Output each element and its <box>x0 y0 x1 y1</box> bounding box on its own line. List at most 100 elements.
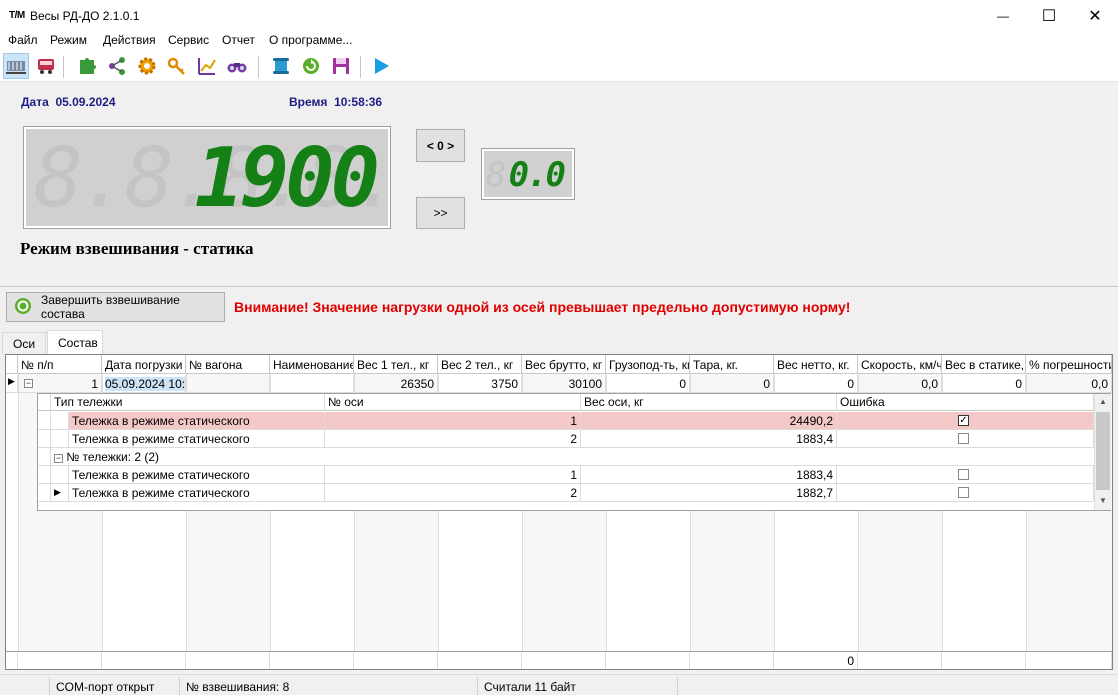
table-row-cell[interactable]: 0,0 <box>858 375 942 393</box>
error-cell[interactable] <box>837 484 1094 502</box>
table-row-cell[interactable]: 0 <box>690 375 774 393</box>
group-header-cell[interactable]: − № тележки: 2 (2) <box>51 448 1094 466</box>
axle-detail-grid[interactable]: Тип тележки № оси Вес оси, кг Ошибка Тел… <box>37 393 1111 511</box>
row-indent <box>51 466 69 484</box>
scroll-down-icon[interactable]: ▼ <box>1095 493 1111 509</box>
tab-train[interactable]: Состав <box>47 330 103 354</box>
status-bytes-read: Считали 11 байт <box>478 677 678 695</box>
col-header-error[interactable]: Ошибка <box>837 394 1094 411</box>
bogie-type-cell[interactable]: Тележка в режиме статического <box>69 484 325 502</box>
col-header-speed[interactable]: Скорость, км/ч <box>858 355 942 374</box>
error-checkbox[interactable] <box>958 487 969 498</box>
col-header-static[interactable]: Вес в статике, кг <box>942 355 1026 374</box>
col-header-capacity[interactable]: Грузопод-ть, кг <box>606 355 690 374</box>
puzzle-icon[interactable] <box>74 53 100 79</box>
zero-button[interactable]: < 0 > <box>416 129 465 162</box>
table-row[interactable]: Тележка в режиме статического 1 24490,2 … <box>38 412 1094 430</box>
menu-report[interactable]: Отчет <box>222 33 255 47</box>
axle-weight-cell[interactable]: 1883,4 <box>581 466 837 484</box>
detail-scrollbar[interactable]: ▲ ▼ <box>1094 394 1111 510</box>
menu-mode[interactable]: Режим <box>50 33 87 47</box>
axle-num-cell[interactable]: 2 <box>325 430 581 448</box>
next-button[interactable]: >> <box>416 197 465 229</box>
table-row-cell[interactable]: 0,0 <box>1026 375 1112 393</box>
col-header-error-pct[interactable]: % погрешности <box>1026 355 1112 374</box>
lcd-ghost-segments: 8 <box>486 155 507 195</box>
scroll-thumb[interactable] <box>1096 412 1110 490</box>
menu-service[interactable]: Сервис <box>168 33 209 47</box>
axle-weight-cell[interactable]: 1882,7 <box>581 484 837 502</box>
axle-num-cell[interactable]: 1 <box>325 466 581 484</box>
settings-gear-icon[interactable] <box>134 53 160 79</box>
table-row-cell[interactable] <box>270 375 354 393</box>
col-header-axle-num[interactable]: № оси <box>325 394 581 411</box>
menu-actions[interactable]: Действия <box>103 33 156 47</box>
tab-axles[interactable]: Оси <box>2 332 46 354</box>
chart-icon[interactable] <box>194 53 220 79</box>
rail-scale-icon[interactable] <box>3 53 29 79</box>
table-row-cell[interactable]: 26350 <box>354 375 438 393</box>
col-header-weight1[interactable]: Вес 1 тел., кг <box>354 355 438 374</box>
collapse-icon[interactable]: − <box>54 454 63 463</box>
binoculars-icon[interactable] <box>224 53 250 79</box>
scroll-up-icon[interactable]: ▲ <box>1095 394 1111 410</box>
col-header-name[interactable]: Наименование <box>270 355 354 374</box>
col-header-gross[interactable]: Вес брутто, кг <box>522 355 606 374</box>
col-header-bogie-type[interactable]: Тип тележки <box>51 394 325 411</box>
table-row-cell[interactable]: 0 <box>606 375 690 393</box>
group-row[interactable]: − № тележки: 2 (2) <box>38 448 1094 466</box>
status-weighing-number: № взвешивания: 8 <box>180 677 478 695</box>
table-row-cell[interactable]: 3750 <box>438 375 522 393</box>
menu-about[interactable]: О программе... <box>269 33 352 47</box>
table-row-cell[interactable]: 30100 <box>522 375 606 393</box>
error-cell[interactable] <box>837 466 1094 484</box>
bogie-type-cell[interactable]: Тележка в режиме статического <box>69 430 325 448</box>
col-header-wagon[interactable]: № вагона <box>186 355 270 374</box>
error-cell[interactable]: ✓ <box>837 412 1094 430</box>
wagon-icon[interactable] <box>33 53 59 79</box>
finish-weighing-button[interactable]: Завершить взвешивание состава <box>6 292 225 322</box>
axle-weight-cell[interactable]: 1883,4 <box>581 430 837 448</box>
table-row-cell[interactable]: 0 <box>942 375 1026 393</box>
weight-lcd-display: 8.8.8.8. 1900 <box>23 126 401 229</box>
refresh-icon[interactable] <box>298 53 324 79</box>
axle-weight-cell[interactable]: 24490,2 <box>581 412 837 430</box>
col-header-weight2[interactable]: Вес 2 тел., кг <box>438 355 522 374</box>
error-cell[interactable] <box>837 430 1094 448</box>
menu-file[interactable]: Файл <box>8 33 38 47</box>
row-indicator-icon[interactable]: ▶ <box>51 484 69 502</box>
col-header-net[interactable]: Вес нетто, кг. <box>774 355 858 374</box>
refresh-icon <box>13 296 33 319</box>
table-row[interactable]: Тележка в режиме статического 2 1883,4 <box>38 430 1094 448</box>
table-row-cell[interactable]: − 1 <box>18 375 102 393</box>
table-row[interactable]: Тележка в режиме статического 1 1883,4 <box>38 466 1094 484</box>
table-row-cell[interactable]: 0 <box>774 375 858 393</box>
bogie-type-cell[interactable]: Тележка в режиме статического <box>69 466 325 484</box>
play-icon[interactable] <box>368 53 394 79</box>
bogie-type-cell[interactable]: Тележка в режиме статического <box>69 412 325 430</box>
axle-num-cell[interactable]: 2 <box>325 484 581 502</box>
axle-num-cell[interactable]: 1 <box>325 412 581 430</box>
col-header-num[interactable]: № п/п <box>18 355 102 374</box>
col-header-axle-weight[interactable]: Вес оси, кг <box>581 394 837 411</box>
table-row[interactable]: ▶ Тележка в режиме статического 2 1882,7 <box>38 484 1094 502</box>
table-row-cell[interactable] <box>186 375 270 393</box>
col-header-load-date[interactable]: Дата погрузки <box>102 355 186 374</box>
train-grid[interactable]: № п/п Дата погрузки № вагона Наименовани… <box>5 354 1113 670</box>
error-checkbox[interactable] <box>958 469 969 480</box>
key-icon[interactable] <box>164 53 190 79</box>
error-checkbox[interactable]: ✓ <box>958 415 969 426</box>
row-indicator-icon[interactable]: ▶ <box>6 375 18 393</box>
table-row-cell[interactable]: 05.09.2024 10:58 <box>102 375 186 393</box>
share-icon[interactable] <box>104 53 130 79</box>
error-checkbox[interactable] <box>958 433 969 444</box>
footer-cell <box>186 652 270 669</box>
close-button[interactable]: ✕ <box>1072 0 1118 32</box>
tab-strip: Оси Состав <box>0 330 1118 354</box>
save-disk-icon[interactable] <box>328 53 354 79</box>
minimize-button[interactable]: — <box>980 0 1026 32</box>
collapse-icon[interactable]: − <box>24 379 33 388</box>
col-header-tare[interactable]: Тара, кг. <box>690 355 774 374</box>
maximize-button[interactable]: ☐ <box>1026 0 1072 32</box>
scroll-icon[interactable] <box>268 53 294 79</box>
